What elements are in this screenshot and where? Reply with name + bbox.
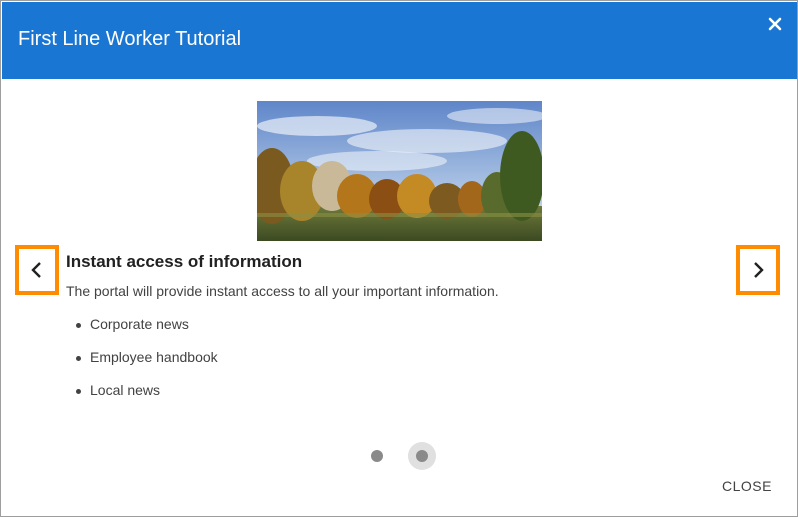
slide-description: The portal will provide instant access t… xyxy=(66,283,499,299)
slide-title: Instant access of information xyxy=(66,252,303,271)
chevron-right-icon xyxy=(754,262,764,278)
close-icon[interactable] xyxy=(765,14,785,34)
tutorial-dialog: First Line Worker Tutorial Instant acces… xyxy=(0,0,798,517)
close-button[interactable]: CLOSE xyxy=(715,471,779,501)
slide-bullet-list: Corporate news Employee handbook Local n… xyxy=(72,316,218,415)
previous-slide-button[interactable] xyxy=(15,245,59,295)
list-item: Local news xyxy=(72,382,218,415)
page-indicator-2-dot xyxy=(416,450,428,462)
page-indicator-1[interactable] xyxy=(371,450,383,462)
slide-image xyxy=(257,101,542,241)
chevron-left-icon xyxy=(31,262,41,278)
next-slide-button[interactable] xyxy=(736,245,780,295)
dialog-title: First Line Worker Tutorial xyxy=(18,28,242,50)
dialog-header: First Line Worker Tutorial xyxy=(2,2,797,79)
list-item: Corporate news xyxy=(72,316,218,349)
list-item: Employee handbook xyxy=(72,349,218,382)
